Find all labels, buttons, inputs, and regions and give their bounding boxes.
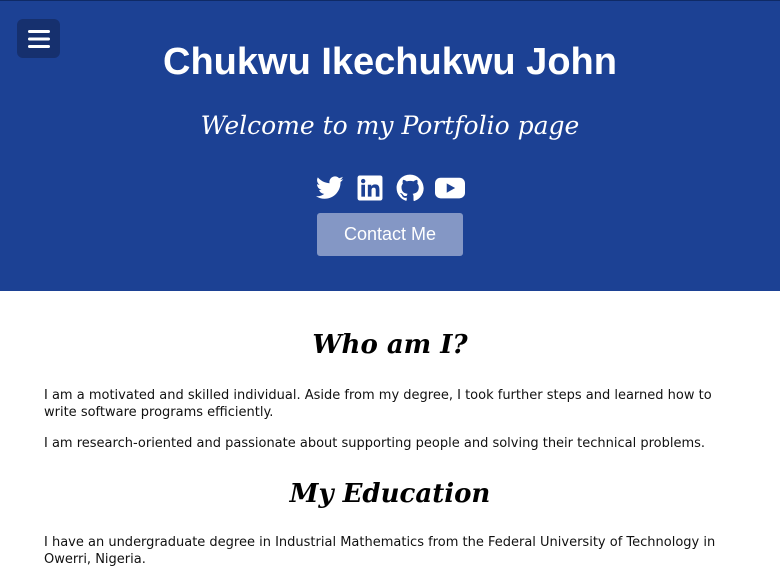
github-link[interactable] — [395, 173, 425, 203]
social-links — [0, 173, 780, 203]
education-heading: My Education — [289, 479, 491, 509]
who-am-i-heading: Who am I? — [312, 330, 468, 360]
twitter-link[interactable] — [315, 173, 345, 203]
education-paragraph-1: I have an undergraduate degree in Indust… — [44, 535, 716, 567]
welcome-subtitle: Welcome to my Portfolio page — [200, 111, 580, 140]
hero-header: Chukwu Ikechukwu John Welcome to my Port… — [0, 0, 780, 291]
youtube-icon — [435, 177, 465, 199]
about-paragraph-2: I am research-oriented and passionate ab… — [44, 436, 706, 451]
contact-me-button[interactable]: Contact Me — [317, 213, 463, 256]
twitter-icon — [316, 176, 344, 199]
linkedin-icon — [357, 175, 383, 201]
youtube-link[interactable] — [435, 173, 465, 203]
about-paragraph-1: I am a motivated and skilled individual.… — [44, 388, 712, 420]
main-content: Who am I? I am a motivated and skilled i… — [0, 291, 780, 569]
linkedin-link[interactable] — [355, 173, 385, 203]
page-title: Chukwu Ikechukwu John — [163, 41, 617, 83]
github-icon — [396, 174, 424, 201]
